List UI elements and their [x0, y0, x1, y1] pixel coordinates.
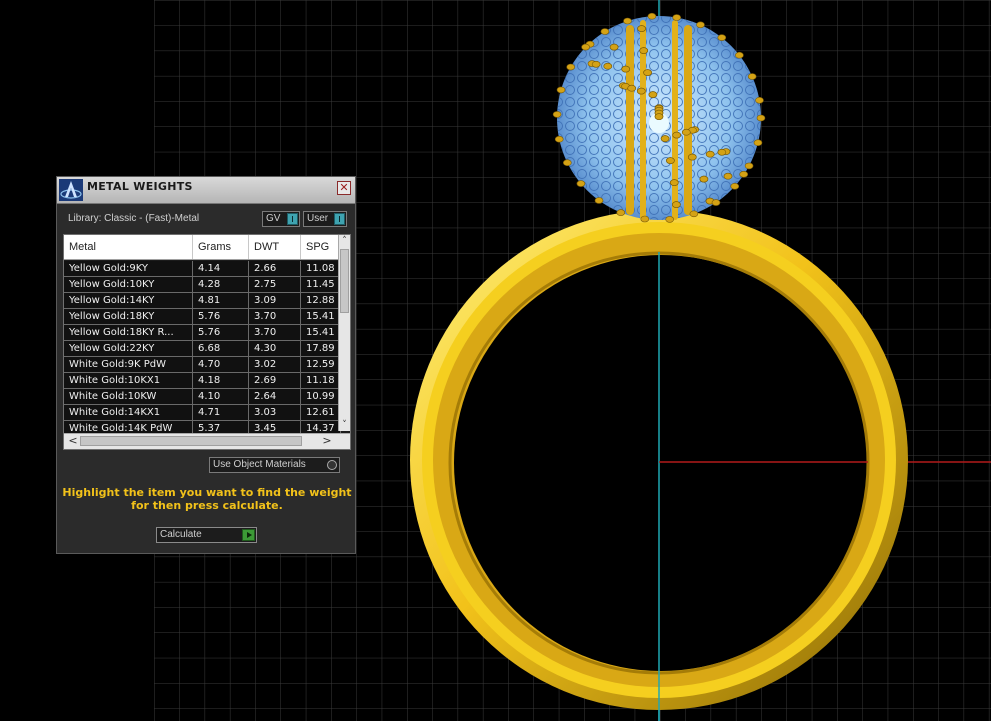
vertical-scrollbar[interactable]: ˄ ˅: [338, 235, 350, 431]
calculate-button[interactable]: Calculate: [156, 527, 257, 543]
cell-metal: Yellow Gold:18KY: [64, 309, 193, 324]
use-object-materials-label: Use Object Materials: [213, 459, 306, 470]
table-row[interactable]: Yellow Gold:18KY R... 5.76 3.70 15.41: [64, 325, 341, 341]
cell-grams: 5.76: [193, 325, 249, 340]
cell-grams: 4.81: [193, 293, 249, 308]
horizontal-scrollbar[interactable]: < >: [64, 433, 350, 449]
cell-dwt: 4.30: [249, 341, 301, 356]
table-row[interactable]: Yellow Gold:18KY 5.76 3.70 15.41: [64, 309, 341, 325]
cell-spg: 11.18: [301, 373, 341, 388]
panel-title: METAL WEIGHTS: [87, 180, 193, 193]
cell-dwt: 3.70: [249, 325, 301, 340]
toggle-indicator-icon: [287, 213, 298, 225]
scroll-left-icon[interactable]: <: [66, 434, 80, 448]
cell-spg: 17.89: [301, 341, 341, 356]
table-row[interactable]: Yellow Gold:9KY 4.14 2.66 11.08: [64, 261, 341, 277]
cell-metal: Yellow Gold:18KY R...: [64, 325, 193, 340]
table-body: Yellow Gold:9KY 4.14 2.66 11.08 Yellow Gold:…: [64, 261, 341, 437]
toggle-indicator-icon: [334, 213, 345, 225]
column-header-metal[interactable]: Metal: [64, 235, 193, 259]
cell-spg: 15.41: [301, 309, 341, 324]
table-row[interactable]: Yellow Gold:14KY 4.81 3.09 12.88: [64, 293, 341, 309]
cell-grams: 4.10: [193, 389, 249, 404]
close-icon[interactable]: ✕: [337, 181, 351, 195]
cell-dwt: 3.02: [249, 357, 301, 372]
table-row[interactable]: White Gold:14KX1 4.71 3.03 12.61: [64, 405, 341, 421]
cell-spg: 10.99: [301, 389, 341, 404]
cell-metal: White Gold:10KX1: [64, 373, 193, 388]
cell-spg: 12.88: [301, 293, 341, 308]
cell-dwt: 3.09: [249, 293, 301, 308]
column-header-grams[interactable]: Grams: [193, 235, 249, 259]
column-header-spg[interactable]: SPG: [301, 235, 341, 259]
cell-grams: 5.76: [193, 309, 249, 324]
panel-titlebar[interactable]: METAL WEIGHTS ✕: [57, 177, 355, 204]
cell-spg: 11.08: [301, 261, 341, 276]
play-icon: [242, 529, 255, 541]
cell-grams: 4.18: [193, 373, 249, 388]
cell-grams: 4.70: [193, 357, 249, 372]
table-row[interactable]: White Gold:10KX1 4.18 2.69 11.18: [64, 373, 341, 389]
cell-dwt: 3.03: [249, 405, 301, 420]
cell-metal: Yellow Gold:9KY: [64, 261, 193, 276]
use-object-materials-option[interactable]: Use Object Materials: [209, 457, 340, 473]
cell-metal: White Gold:14KX1: [64, 405, 193, 420]
vertical-scroll-thumb[interactable]: [340, 249, 349, 313]
user-toggle[interactable]: User: [303, 211, 347, 227]
radio-icon[interactable]: [327, 460, 337, 470]
cell-grams: 4.14: [193, 261, 249, 276]
cell-metal: White Gold:10KW: [64, 389, 193, 404]
cell-dwt: 2.75: [249, 277, 301, 292]
cell-spg: 15.41: [301, 325, 341, 340]
gv-toggle[interactable]: GV: [262, 211, 300, 227]
table-header: Metal Grams DWT SPG: [64, 235, 341, 260]
user-toggle-label: User: [307, 213, 329, 224]
table-row[interactable]: Yellow Gold:10KY 4.28 2.75 11.45: [64, 277, 341, 293]
cell-metal: White Gold:9K PdW: [64, 357, 193, 372]
gv-toggle-label: GV: [266, 213, 281, 224]
library-label: Library: Classic - (Fast)-Metal: [68, 213, 200, 224]
cell-spg: 12.61: [301, 405, 341, 420]
calculate-label: Calculate: [160, 529, 202, 540]
cell-grams: 6.68: [193, 341, 249, 356]
table-row[interactable]: White Gold:9K PdW 4.70 3.02 12.59: [64, 357, 341, 373]
cell-metal: Yellow Gold:22KY: [64, 341, 193, 356]
scroll-down-icon[interactable]: ˅: [339, 419, 350, 431]
cell-metal: Yellow Gold:14KY: [64, 293, 193, 308]
scroll-right-icon[interactable]: >: [320, 434, 334, 448]
cell-spg: 12.59: [301, 357, 341, 372]
scroll-up-icon[interactable]: ˄: [339, 235, 350, 247]
column-header-dwt[interactable]: DWT: [249, 235, 301, 259]
metal-table[interactable]: Metal Grams DWT SPG Yellow Gold:9KY 4.14 2…: [63, 234, 351, 450]
cell-metal: Yellow Gold:10KY: [64, 277, 193, 292]
cell-grams: 4.28: [193, 277, 249, 292]
cell-grams: 4.71: [193, 405, 249, 420]
app-logo-icon: [59, 179, 83, 201]
table-row[interactable]: Yellow Gold:22KY 6.68 4.30 17.89: [64, 341, 341, 357]
cell-dwt: 3.70: [249, 309, 301, 324]
cell-dwt: 2.69: [249, 373, 301, 388]
cell-dwt: 2.66: [249, 261, 301, 276]
horizontal-scroll-thumb[interactable]: [80, 436, 302, 446]
cell-spg: 11.45: [301, 277, 341, 292]
metal-weights-panel: METAL WEIGHTS ✕ Library: Classic - (Fast…: [56, 176, 356, 554]
cell-dwt: 2.64: [249, 389, 301, 404]
instruction-text: Highlight the item you want to find the …: [62, 486, 352, 512]
table-row[interactable]: White Gold:10KW 4.10 2.64 10.99: [64, 389, 341, 405]
